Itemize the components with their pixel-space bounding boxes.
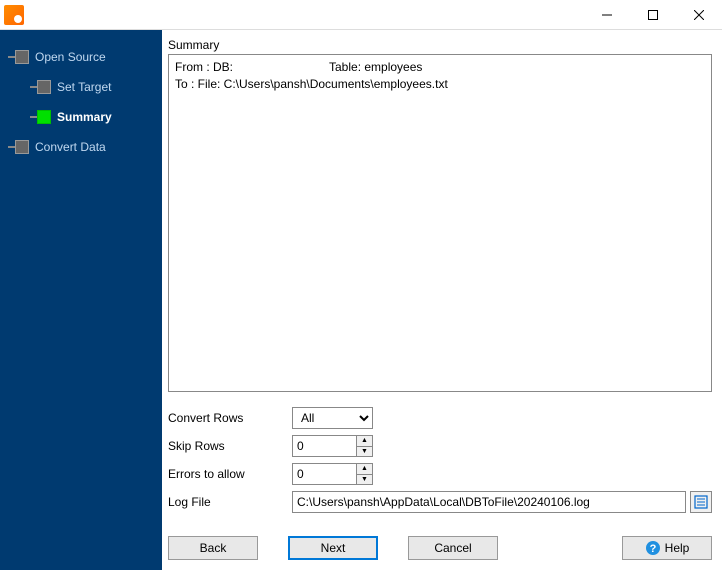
step-label: Convert Data [35,140,106,154]
spin-up-icon[interactable]: ▲ [357,436,372,447]
app-icon [4,5,24,25]
browse-icon [694,495,708,509]
titlebar [0,0,722,30]
from-db-text: From : DB: [175,59,329,76]
step-convert-data[interactable]: Convert Data [0,132,162,162]
button-bar: Back Next Cancel ? Help [168,536,712,560]
to-file-text: To : File: C:\Users\pansh\Documents\empl… [175,76,705,93]
help-button[interactable]: ? Help [622,536,712,560]
skip-rows-input[interactable] [293,436,356,456]
log-file-input[interactable] [292,491,686,513]
next-button[interactable]: Next [288,536,378,560]
maximize-button[interactable] [630,0,676,30]
errors-allow-spinner[interactable]: ▲ ▼ [292,463,373,485]
back-button[interactable]: Back [168,536,258,560]
spin-down-icon[interactable]: ▼ [357,447,372,457]
browse-button[interactable] [690,491,712,513]
skip-rows-spinner[interactable]: ▲ ▼ [292,435,373,457]
convert-rows-label: Convert Rows [168,411,292,425]
convert-rows-select[interactable]: All [292,407,373,429]
step-label: Summary [57,110,112,124]
spin-down-icon[interactable]: ▼ [357,475,372,485]
cancel-button[interactable]: Cancel [408,536,498,560]
content-panel: Summary From : DB: Table: employees To :… [162,30,722,570]
errors-allow-label: Errors to allow [168,467,292,481]
step-label: Set Target [57,80,111,94]
help-icon: ? [645,540,661,556]
step-summary[interactable]: Summary [0,102,162,132]
wizard-sidebar: Open Source Set Target Summary Convert D… [0,30,162,570]
from-table-text: Table: employees [329,59,422,76]
minimize-button[interactable] [584,0,630,30]
step-open-source[interactable]: Open Source [0,42,162,72]
options-panel: Convert Rows All Skip Rows ▲ ▼ Errors to… [168,404,712,516]
errors-allow-input[interactable] [293,464,356,484]
step-set-target[interactable]: Set Target [0,72,162,102]
close-button[interactable] [676,0,722,30]
log-file-label: Log File [168,495,292,509]
step-label: Open Source [35,50,106,64]
skip-rows-label: Skip Rows [168,439,292,453]
summary-heading: Summary [168,38,712,52]
summary-textarea[interactable]: From : DB: Table: employees To : File: C… [168,54,712,392]
svg-text:?: ? [649,543,656,555]
spin-up-icon[interactable]: ▲ [357,464,372,475]
